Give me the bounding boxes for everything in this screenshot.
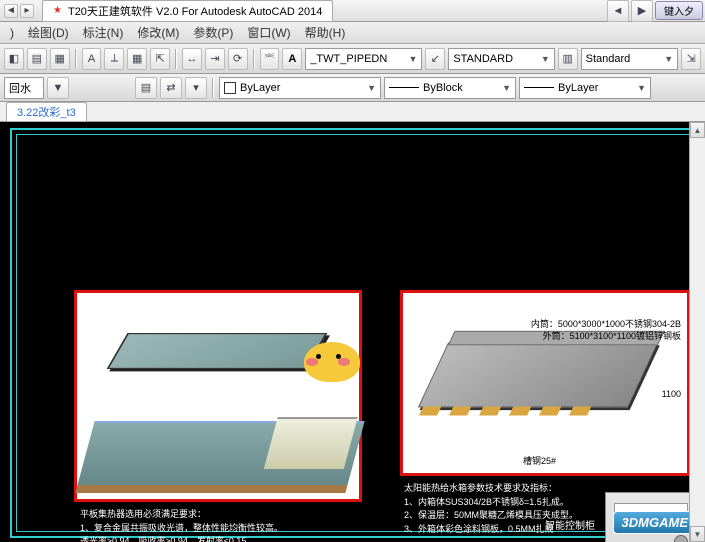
menu-modify[interactable]: 修改(M) [137,24,179,41]
notes-right-l1: 1、内箱体SUS304/2B不锈钢δ=1.5扎成。 [404,496,634,510]
mtext-icon[interactable]: A [282,48,302,70]
notes-right: 太阳能热给水箱参数技术要求及指标： 1、内箱体SUS304/2B不锈钢δ=1.5… [404,482,634,536]
tab-scroll-right[interactable]: ▶ [631,0,653,22]
layer-color-combo[interactable]: ByLayer ▼ [219,77,381,99]
tab-controls: ◄ ▸ [0,4,38,18]
collector-cutaway [75,421,364,493]
lineweight-combo[interactable]: ByLayer ▼ [519,77,651,99]
vertical-scrollbar[interactable]: ▲ ▼ [689,122,705,542]
linetype-value: ByBlock [423,82,463,94]
notes-right-title: 太阳能热给水箱参数技术要求及指标： [404,482,634,496]
layer-color-value: ByLayer [240,82,280,94]
scroll-down-button[interactable]: ▼ [690,526,705,542]
title-bar: ◄ ▸ ★ T20天正建筑软件 V2.0 For Autodesk AutoCA… [0,0,705,22]
dim-style-value: STANDARD [453,53,513,65]
scroll-track[interactable] [690,138,705,526]
color-swatch [224,82,236,94]
type-command-button[interactable]: 键入夕 [655,1,703,20]
mascot-icon [300,332,364,384]
chevron-down-icon: ▼ [541,54,550,64]
dim-cont-icon[interactable]: ⇥ [205,48,225,70]
chevron-down-icon: ▼ [409,54,418,64]
chevron-down-icon: ▼ [664,54,673,64]
tab-next-button[interactable]: ▸ [20,4,34,18]
tank-channel: 槽钢25# [523,454,556,467]
cabinet-label: 智能控制柜 [545,517,595,532]
annot-dim-icon[interactable]: ⟂ [104,48,124,70]
annot-text-icon[interactable]: A [82,48,102,70]
side-label-value: 回水 [9,80,31,96]
chevron-down-icon: ▼ [637,83,646,93]
menu-item[interactable]: ) [10,26,14,40]
layer-tool-icon[interactable]: ◧ [4,48,24,70]
document-tab[interactable]: ★ T20天正建筑软件 V2.0 For Autodesk AutoCAD 20… [42,0,333,22]
collector-panel [74,290,362,502]
notes-right-l2: 2、保温层：50MM聚糖乙烯模具压夹成型。 [404,509,634,523]
layer-prev-icon[interactable]: ▤ [27,48,47,70]
menu-param[interactable]: 参数(P) [193,24,233,41]
menu-bar: ) 绘图(D) 标注(N) 修改(M) 参数(P) 窗口(W) 帮助(H) [0,22,705,44]
table-style-icon[interactable]: ▥ [558,48,578,70]
table-style-value: Standard [586,53,631,65]
drawing-canvas[interactable]: 内筒：5000*3000*1000不锈钢304-2B 外筒：5100*3100*… [0,122,705,542]
menu-window[interactable]: 窗口(W) [247,24,290,41]
menu-draw[interactable]: 绘图(D) [28,24,69,41]
toolbar-row-2: 回水 ▼ ▤ ⇄ ▾ ByLayer ▼ ByBlock ▼ ByLayer ▼ [0,74,705,102]
text-style-combo[interactable]: _TWT_PIPEDN ▼ [305,48,422,70]
scroll-up-button[interactable]: ▲ [690,122,705,138]
dim-linear-icon[interactable]: ↔ [182,48,202,70]
arrow-down-icon[interactable]: ▼ [47,77,69,99]
toolbar-row-1: ◧ ▤ ▦ A ⟂ ▦ ⇱ ↔ ⇥ ⟳ ⎃ A _TWT_PIPEDN ▼ ↙ S… [0,44,705,74]
linetype-combo[interactable]: ByBlock ▼ [384,77,516,99]
chevron-down-icon: ▼ [367,83,376,93]
dim-style-combo[interactable]: STANDARD ▼ [448,48,554,70]
menu-help[interactable]: 帮助(H) [305,24,346,41]
table-style-combo[interactable]: Standard ▼ [581,48,679,70]
file-tab-active[interactable]: 3.22改彩_t3 [6,102,87,122]
tab-scroll-left[interactable]: ◄ [607,0,629,22]
mleader-style-icon[interactable]: ⇲ [681,48,701,70]
dim-quick-icon[interactable]: ⟳ [228,48,248,70]
document-title: T20天正建筑软件 V2.0 For Autodesk AutoCAD 2014 [68,3,322,19]
field-icon[interactable]: ⎃ [260,48,280,70]
notes-left: 平板集热器选用必须满足要求： 1、复合金属共振吸收光谱，整体性能均衡性较高。 透… [80,508,380,542]
tab-prev-button[interactable]: ◄ [4,4,18,18]
chevron-down-icon: ▼ [502,83,511,93]
layer-props-icon[interactable]: ▤ [135,77,157,99]
notes-left-l1: 1、复合金属共振吸收光谱，整体性能均衡性较高。 [80,522,380,536]
notes-left-title: 平板集热器选用必须满足要求： [80,508,380,522]
menu-annotate[interactable]: 标注(N) [83,24,124,41]
text-style-value: _TWT_PIPEDN [310,53,387,65]
tank-panel: 内筒：5000*3000*1000不锈钢304-2B 外筒：5100*3100*… [400,290,690,476]
star-icon: ★ [53,5,62,16]
notes-left-l2: 透光率≥0.94，吸收率≥0.94，发射率≤0.15 [80,535,380,542]
dim-style-icon[interactable]: ↙ [425,48,445,70]
tank-dim-outer: 外筒：5100*3100*1100镀铝锌钢板 [543,329,681,342]
layer-match-icon[interactable]: ⇄ [160,77,182,99]
notes-right-l3: 3、外箱体彩色涂料钢板，0.5MM扎成 [404,523,634,537]
lineweight-value: ByLayer [558,82,598,94]
linetype-preview [389,87,419,88]
tank-dim-h1: 1100 [662,389,681,399]
cabinet-knob [674,535,688,542]
layer-filter-icon[interactable]: ▾ [185,77,207,99]
lineweight-preview [524,87,554,88]
annot-table-icon[interactable]: ▦ [127,48,147,70]
watermark: 3DMGAME [613,511,697,534]
file-tab-strip: 3.22改彩_t3 [0,102,705,122]
side-label-combo[interactable]: 回水 [4,77,44,99]
annot-mleader-icon[interactable]: ⇱ [150,48,170,70]
layer-state-icon[interactable]: ▦ [50,48,70,70]
